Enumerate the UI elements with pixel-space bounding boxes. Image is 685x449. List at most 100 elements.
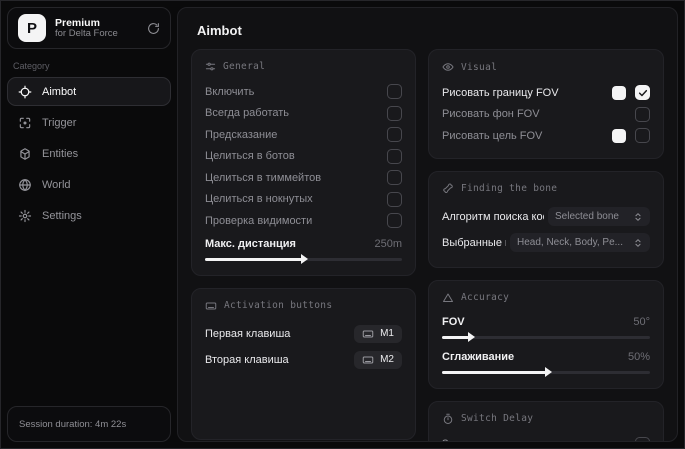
general-card-header: General bbox=[205, 61, 402, 72]
visual-card: Visual Рисовать границу FOV Рисовать фон… bbox=[428, 49, 664, 159]
bone-algorithm-row: Алгоритм поиска кости Selected bone bbox=[442, 204, 650, 230]
visual-card-header: Visual bbox=[442, 61, 650, 73]
draw-fov-target-label: Рисовать цель FOV bbox=[442, 129, 543, 142]
draw-fov-border-checkbox[interactable] bbox=[635, 85, 650, 101]
max-distance-slider[interactable] bbox=[205, 254, 402, 264]
fov-value: 50° bbox=[633, 315, 650, 328]
sidebar-item-trigger[interactable]: Trigger bbox=[7, 108, 171, 137]
fov-border-color-swatch[interactable] bbox=[612, 85, 626, 100]
selected-bones-label: Выбранные кости bbox=[442, 236, 506, 249]
sidebar-item-label: Aimbot bbox=[42, 85, 77, 98]
fov-slider[interactable] bbox=[442, 332, 650, 342]
always-work-checkbox[interactable] bbox=[387, 105, 402, 121]
smoothing-label: Сглаживание bbox=[442, 350, 515, 363]
sidebar-item-label: Entities bbox=[42, 147, 79, 160]
session-duration-text: Session duration: 4m 22s bbox=[19, 418, 127, 430]
draw-fov-target-row: Рисовать цель FOV bbox=[442, 125, 650, 147]
bone-card: Finding the bone Алгоритм поиска кости S… bbox=[428, 170, 664, 268]
content-columns: General Включить Всегда работать Предска… bbox=[178, 49, 677, 441]
brand-box: P Premium for Delta Force bbox=[7, 7, 171, 49]
switch-delay-toggle-label: Задержка переключения bbox=[442, 438, 569, 441]
sliders-icon bbox=[205, 61, 216, 72]
sidebar-item-world[interactable]: World bbox=[7, 170, 171, 199]
toggle-row-prediction: Предсказание bbox=[205, 124, 402, 146]
keyboard-icon bbox=[362, 356, 374, 363]
sidebar-item-label: World bbox=[42, 178, 71, 191]
main-panel: Aimbot General Включить Всегда работать … bbox=[177, 7, 678, 442]
slider-labels: Макс. дистанция 250m bbox=[205, 235, 402, 253]
timer-icon bbox=[442, 413, 454, 425]
activation-card-header: Activation buttons bbox=[205, 300, 402, 312]
right-column: Visual Рисовать границу FOV Рисовать фон… bbox=[428, 49, 664, 441]
slider-fill bbox=[442, 332, 476, 342]
fov-target-color-swatch[interactable] bbox=[612, 128, 626, 143]
key-value: M1 bbox=[380, 328, 394, 339]
max-distance-slider-block: Макс. дистанция 250m bbox=[205, 235, 402, 264]
sidebar-item-label: Trigger bbox=[42, 116, 77, 129]
target-bots-checkbox[interactable] bbox=[387, 148, 402, 164]
trigger-target-icon bbox=[18, 116, 32, 130]
enable-checkbox[interactable] bbox=[387, 84, 402, 100]
slider-labels: FOV 50° bbox=[442, 313, 650, 331]
bone-card-header: Finding the bone bbox=[442, 182, 650, 195]
toggle-row-target-teammates: Целиться в тиммейтов bbox=[205, 167, 402, 189]
first-key-button[interactable]: M1 bbox=[354, 324, 402, 343]
toggle-label: Целиться в нокнутых bbox=[205, 193, 313, 206]
refresh-icon[interactable] bbox=[147, 22, 160, 35]
accuracy-card-header: Accuracy bbox=[442, 292, 650, 304]
max-distance-label: Макс. дистанция bbox=[205, 237, 296, 250]
max-distance-value: 250m bbox=[374, 237, 402, 250]
slider-fill bbox=[205, 254, 308, 264]
activation-header-label: Activation buttons bbox=[224, 300, 333, 311]
target-knocked-checkbox[interactable] bbox=[387, 191, 402, 207]
target-teammates-checkbox[interactable] bbox=[387, 170, 402, 186]
visibility-check-checkbox[interactable] bbox=[387, 213, 402, 229]
aimbot-crosshair-icon bbox=[18, 85, 32, 99]
brand-logo-letter: P bbox=[26, 19, 37, 37]
entities-scan-icon bbox=[18, 147, 32, 161]
second-key-row: Вторая клавиша M2 bbox=[205, 347, 402, 373]
chevrons-up-down-icon bbox=[635, 212, 641, 221]
second-key-button[interactable]: M2 bbox=[354, 350, 402, 369]
bone-algorithm-value: Selected bone bbox=[555, 211, 619, 222]
toggle-row-always-work: Всегда работать bbox=[205, 103, 402, 125]
accuracy-card: Accuracy FOV 50° Сглаживание 50% bbox=[428, 279, 664, 389]
general-card: General Включить Всегда работать Предска… bbox=[191, 49, 416, 276]
prediction-checkbox[interactable] bbox=[387, 127, 402, 143]
selected-bones-value: Head, Neck, Body, Pe... bbox=[517, 237, 623, 248]
switch-delay-card-header: Switch Delay bbox=[442, 413, 650, 425]
bone-icon bbox=[442, 182, 454, 195]
sidebar: P Premium for Delta Force Category Aimbo… bbox=[1, 1, 177, 448]
accuracy-header-label: Accuracy bbox=[461, 292, 510, 303]
fov-slider-block: FOV 50° bbox=[442, 313, 650, 342]
draw-fov-background-checkbox[interactable] bbox=[635, 106, 650, 122]
brand-title: Premium bbox=[55, 16, 100, 29]
page-title: Aimbot bbox=[197, 23, 242, 38]
sidebar-item-entities[interactable]: Entities bbox=[7, 139, 171, 168]
bone-algorithm-select[interactable]: Selected bone bbox=[548, 207, 650, 226]
keyboard-icon bbox=[362, 330, 374, 337]
smoothing-slider-block: Сглаживание 50% bbox=[442, 348, 650, 377]
sidebar-item-aimbot[interactable]: Aimbot bbox=[7, 77, 171, 106]
toggle-label: Всегда работать bbox=[205, 107, 290, 120]
toggle-label: Проверка видимости bbox=[205, 214, 313, 227]
switch-delay-checkbox[interactable] bbox=[635, 436, 650, 441]
smoothing-slider[interactable] bbox=[442, 367, 650, 377]
chevrons-up-down-icon bbox=[635, 238, 641, 247]
selected-bones-row: Выбранные кости Head, Neck, Body, Pe... bbox=[442, 230, 650, 256]
eye-icon bbox=[442, 61, 454, 73]
sidebar-item-settings[interactable]: Settings bbox=[7, 201, 171, 230]
draw-fov-border-row: Рисовать границу FOV bbox=[442, 82, 650, 104]
draw-fov-target-checkbox[interactable] bbox=[635, 128, 650, 144]
bone-header-label: Finding the bone bbox=[461, 183, 558, 194]
app-window: P Premium for Delta Force Category Aimbo… bbox=[0, 0, 685, 449]
fov-label: FOV bbox=[442, 315, 465, 328]
brand-subtitle: for Delta Force bbox=[55, 27, 118, 39]
gear-icon bbox=[18, 209, 32, 223]
bone-algorithm-label: Алгоритм поиска кости bbox=[442, 210, 544, 223]
selected-bones-select[interactable]: Head, Neck, Body, Pe... bbox=[510, 233, 650, 252]
visual-header-label: Visual bbox=[461, 61, 498, 73]
switch-delay-card: Switch Delay Задержка переключения Задер… bbox=[428, 400, 664, 441]
toggle-row-enable: Включить bbox=[205, 81, 402, 103]
sidebar-nav: Aimbot Trigger Entities World Settings bbox=[1, 77, 177, 230]
